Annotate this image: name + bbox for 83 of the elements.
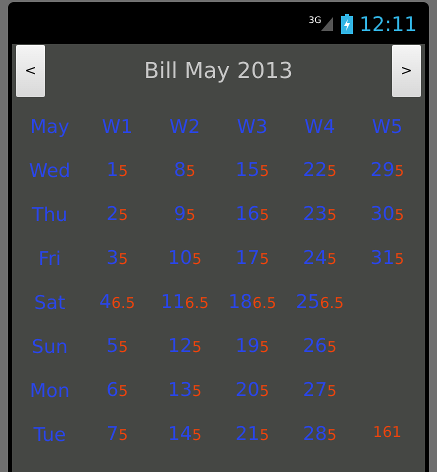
day-number: 18 [228, 293, 252, 312]
weekday-label: Thu [32, 202, 68, 228]
signal-icon [321, 17, 334, 31]
day-number: 21 [235, 425, 260, 444]
next-button[interactable]: > [392, 45, 421, 97]
day-number: 8 [174, 161, 186, 180]
amount: 5 [260, 428, 270, 443]
amount: 5 [260, 384, 270, 399]
amount: 5 [260, 208, 270, 223]
day-number: 15 [235, 161, 260, 180]
day-number: 30 [370, 205, 395, 224]
amount: 5 [327, 340, 337, 355]
day-number: 28 [302, 425, 328, 444]
day-number: 27 [302, 381, 328, 400]
day-number: 14 [168, 425, 192, 444]
column-header: W2 [169, 115, 200, 140]
day-number: 7 [106, 425, 119, 444]
month-label: May [30, 115, 70, 140]
weekday-label: Fri [38, 246, 62, 272]
day-number: 1 [106, 161, 119, 180]
day-number: 16 [235, 205, 260, 224]
amount: 6.5 [184, 296, 209, 311]
amount: 5 [327, 384, 337, 399]
weekday-label: Mon [30, 378, 70, 404]
amount: 5 [118, 164, 128, 179]
weekday-label: Wed [29, 158, 70, 184]
day-number: 20 [235, 381, 260, 400]
day-number: 24 [302, 249, 328, 268]
day-number: 17 [235, 249, 260, 268]
amount: 5 [192, 340, 202, 355]
day-number: 5 [106, 337, 119, 356]
bill-title: Bill May 2013 [144, 58, 293, 86]
amount: 5 [118, 428, 128, 443]
day-number: 22 [302, 161, 328, 180]
day-number: 19 [235, 337, 260, 356]
weekday-label: Sat [34, 290, 66, 316]
amount: 6.5 [111, 296, 136, 311]
day-number: 23 [302, 205, 328, 224]
amount: 5 [192, 252, 202, 267]
day-number: 12 [168, 337, 192, 356]
amount: 5 [186, 208, 196, 223]
amount: 5 [260, 252, 270, 267]
amount: 5 [394, 208, 404, 223]
column-header: W1 [102, 115, 133, 140]
network-label: 3G [308, 17, 322, 26]
day-number: 2 [106, 205, 119, 224]
amount: 5 [118, 252, 128, 267]
day-number: 29 [370, 161, 395, 180]
amount: 5 [327, 252, 337, 267]
amount: 5 [118, 208, 128, 223]
amount: 5 [327, 428, 337, 443]
amount: 6.5 [320, 296, 344, 311]
day-number: 13 [168, 381, 192, 400]
day-number: 31 [370, 249, 395, 268]
weekday-label: Sun [32, 334, 68, 360]
amount: 6.5 [252, 296, 276, 311]
day-number: 11 [160, 293, 185, 312]
day-number: 10 [168, 249, 192, 268]
weekday-label: Tue [34, 422, 66, 448]
amount: 5 [394, 164, 404, 179]
amount: 5 [260, 164, 270, 179]
column-header: W4 [304, 115, 336, 140]
battery-icon [341, 14, 354, 34]
day-number: 3 [106, 249, 119, 268]
previous-button[interactable]: < [16, 45, 45, 97]
day-number: 6 [106, 381, 119, 400]
day-number: 25 [296, 293, 320, 312]
amount: 5 [327, 208, 337, 223]
clock: 12:11 [359, 14, 417, 34]
amount: 5 [192, 428, 202, 443]
day-number: 4 [99, 293, 112, 312]
day-number: 26 [302, 337, 328, 356]
amount: 5 [186, 164, 196, 179]
amount: 161 [372, 425, 402, 440]
day-number: 9 [174, 205, 186, 224]
amount: 5 [192, 384, 202, 399]
amount: 5 [327, 164, 337, 179]
amount: 5 [118, 384, 128, 399]
amount: 5 [118, 340, 128, 355]
column-header: W3 [236, 115, 268, 140]
amount: 5 [394, 252, 404, 267]
amount: 5 [260, 340, 270, 355]
column-header: W5 [372, 115, 403, 140]
